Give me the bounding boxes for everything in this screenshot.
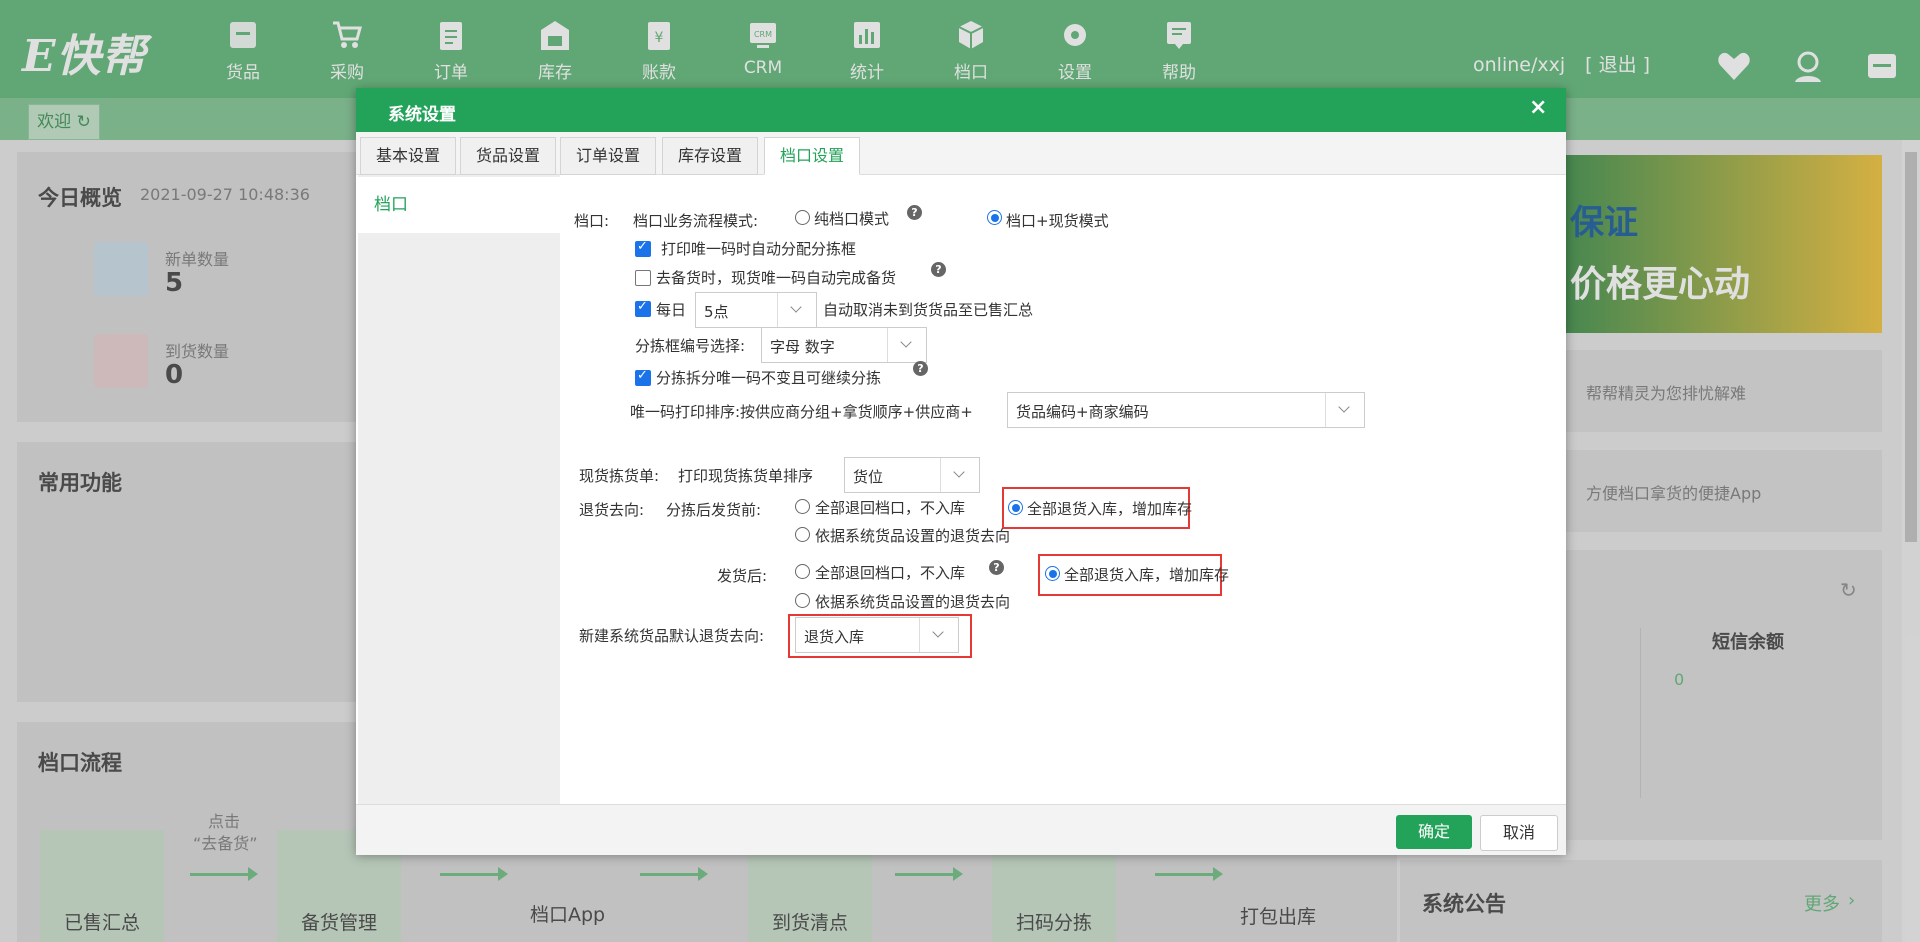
sort-label: 唯一码打印排序:按供应商分组+拿货顺序+供应商+ xyxy=(630,403,973,421)
confirm-button[interactable]: 确定 xyxy=(1396,815,1472,849)
prepare-auto-complete-checkbox[interactable] xyxy=(635,270,651,286)
cancel-button[interactable]: 取消 xyxy=(1480,815,1558,851)
chevron-down-icon xyxy=(940,458,979,492)
help-icon[interactable]: ? xyxy=(907,205,922,220)
dialog-title: 系统设置 xyxy=(388,105,456,125)
chevron-down-icon xyxy=(777,293,816,327)
before-follow-goods-label: 依据系统货品设置的退货去向 xyxy=(815,527,1011,545)
after-return-to-stock-label: 全部退货入库，增加库存 xyxy=(1064,566,1230,584)
dialog-footer: 确定 取消 xyxy=(356,804,1566,855)
daily-suffix-label: 自动取消未到货货品至已售汇总 xyxy=(823,301,1034,319)
daily-time-select[interactable]: 5点 xyxy=(695,292,817,328)
frame-label: 分拣框编号选择: xyxy=(635,337,746,355)
daily-label: 每日 xyxy=(656,301,687,319)
stock-pick-label: 现货拣货单: xyxy=(579,467,660,485)
mode-pure-radio[interactable] xyxy=(795,210,810,225)
print-auto-assign-label: 打印唯一码时自动分配分拣框 xyxy=(661,240,857,258)
tab-order-settings[interactable]: 订单设置 xyxy=(560,137,656,175)
before-return-to-stall-radio[interactable] xyxy=(795,499,810,514)
before-return-to-stall-label: 全部退回档口，不入库 xyxy=(815,499,966,517)
help-icon[interactable]: ? xyxy=(913,361,928,376)
mode-pure-label: 纯档口模式 xyxy=(814,210,890,228)
chevron-down-icon xyxy=(1325,393,1364,427)
before-return-to-stock-radio[interactable] xyxy=(1008,500,1023,515)
after-return-to-stall-radio[interactable] xyxy=(795,564,810,579)
settings-side-menu: 档口 xyxy=(358,175,560,805)
new-goods-return-label: 新建系统货品默认退货去向: xyxy=(579,627,765,645)
before-return-to-stock-label: 全部退货入库，增加库存 xyxy=(1027,500,1193,518)
tab-stall-settings[interactable]: 档口设置 xyxy=(764,137,860,175)
before-ship-label: 分拣后发货前: xyxy=(666,501,762,519)
print-auto-assign-checkbox[interactable] xyxy=(635,239,651,257)
after-follow-goods-radio[interactable] xyxy=(795,593,810,608)
settings-dialog: 系统设置 × 基本设置 货品设置 订单设置 库存设置 档口设置 档口 档口: 档… xyxy=(356,88,1566,855)
side-item-stall[interactable]: 档口 xyxy=(358,177,560,233)
chevron-down-icon xyxy=(919,618,958,652)
frame-number-select[interactable]: 字母 数字 xyxy=(761,327,927,363)
daily-cancel-checkbox[interactable] xyxy=(635,299,651,317)
chevron-down-icon xyxy=(887,328,926,362)
after-return-to-stall-label: 全部退回档口，不入库 xyxy=(815,564,966,582)
close-icon[interactable]: × xyxy=(1529,95,1547,120)
after-follow-goods-label: 依据系统货品设置的退货去向 xyxy=(815,593,1011,611)
help-icon[interactable]: ? xyxy=(989,560,1004,575)
help-icon[interactable]: ? xyxy=(931,262,946,277)
stock-sort-label: 打印现货拣货单排序 xyxy=(678,467,814,485)
sort-order-select[interactable]: 货品编码+商家编码 xyxy=(1007,392,1365,428)
after-return-to-stock-radio[interactable] xyxy=(1045,566,1060,581)
row-label-stall: 档口: xyxy=(574,212,610,230)
before-follow-goods-radio[interactable] xyxy=(795,527,810,542)
mode-stall-stock-radio[interactable] xyxy=(987,210,1002,225)
new-goods-return-select[interactable]: 退货入库 xyxy=(795,617,959,653)
settings-tabs: 基本设置 货品设置 订单设置 库存设置 档口设置 xyxy=(356,132,1566,175)
split-keep-code-checkbox[interactable] xyxy=(635,368,651,386)
mode-label: 档口业务流程模式: xyxy=(633,212,759,230)
dialog-header: 系统设置 × xyxy=(356,88,1566,132)
return-label: 退货去向: xyxy=(579,501,645,519)
tab-goods-settings[interactable]: 货品设置 xyxy=(460,137,556,175)
tab-inventory-settings[interactable]: 库存设置 xyxy=(662,137,758,175)
split-keep-code-label: 分拣拆分唯一码不变且可继续分拣 xyxy=(656,369,882,387)
tab-basic-settings[interactable]: 基本设置 xyxy=(360,137,456,175)
stock-sort-select[interactable]: 货位 xyxy=(844,457,980,493)
mode-stall-stock-label: 档口+现货模式 xyxy=(1006,212,1109,230)
after-ship-label: 发货后: xyxy=(717,567,768,585)
prepare-auto-complete-label: 去备货时，现货唯一码自动完成备货 xyxy=(656,269,897,287)
